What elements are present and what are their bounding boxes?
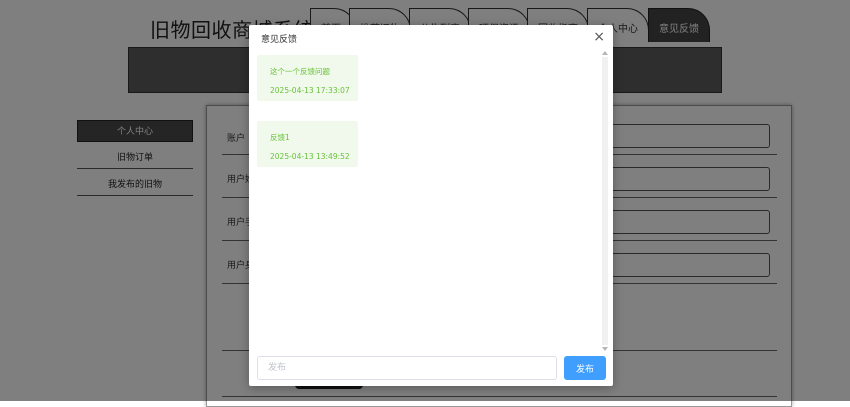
feedback-dialog: 意见反馈 × 这个一个反馈问题 2025-04-13 17:33:07 反馈1 … <box>249 25 613 386</box>
publish-button[interactable]: 发布 <box>564 356 606 380</box>
feedback-message: 反馈1 2025-04-13 13:49:52 <box>257 121 358 167</box>
dialog-title: 意见反馈 <box>261 35 298 45</box>
scroll-track[interactable] <box>602 57 608 345</box>
message-scrollbar[interactable] <box>601 51 610 351</box>
feedback-message: 这个一个反馈问题 2025-04-13 17:33:07 <box>257 55 358 101</box>
close-icon[interactable]: × <box>593 28 605 46</box>
feedback-message-text: 这个一个反馈问题 <box>270 67 330 76</box>
feedback-message-date: 2025-04-13 17:33:07 <box>270 86 350 95</box>
feedback-message-list: 这个一个反馈问题 2025-04-13 17:33:07 反馈1 2025-04… <box>249 51 613 351</box>
feedback-message-text: 反馈1 <box>270 133 290 142</box>
scroll-up-icon[interactable] <box>602 51 608 55</box>
feedback-input[interactable] <box>257 356 557 380</box>
scroll-down-icon[interactable] <box>602 347 608 351</box>
feedback-message-date: 2025-04-13 13:49:52 <box>270 152 350 161</box>
